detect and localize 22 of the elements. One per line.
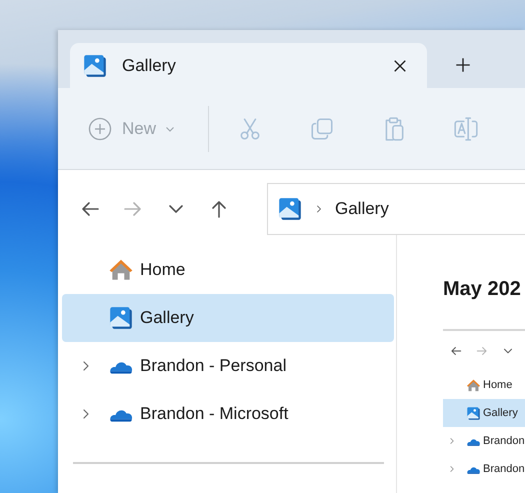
tab-title: Gallery (122, 56, 177, 76)
tree-item[interactable]: Home (443, 371, 525, 399)
house-icon (466, 378, 481, 392)
tree-item[interactable]: Gallery (443, 399, 525, 427)
image-icon (277, 196, 303, 222)
tree-item[interactable]: Brandon - Microsoft (62, 390, 394, 438)
breadcrumb-item[interactable]: Gallery (335, 199, 389, 219)
tab[interactable]: Gallery (70, 43, 427, 88)
image-icon (108, 305, 134, 331)
image-icon (466, 406, 481, 420)
tree-item[interactable]: Home (62, 246, 394, 294)
tree-item[interactable]: Brandon - Personal (62, 342, 394, 390)
tree-item[interactable]: Brandon (443, 455, 525, 483)
plus-icon[interactable] (454, 56, 472, 74)
house-icon (108, 257, 134, 283)
plus-circle-icon (88, 116, 112, 140)
back-arrow-icon[interactable] (449, 344, 463, 358)
address-bar[interactable]: Gallery (267, 183, 525, 235)
tree-item[interactable]: Brandon (443, 427, 525, 455)
image-icon (82, 52, 108, 78)
date-heading: May 202 (443, 278, 522, 301)
tree-item[interactable]: Gallery (62, 294, 394, 342)
